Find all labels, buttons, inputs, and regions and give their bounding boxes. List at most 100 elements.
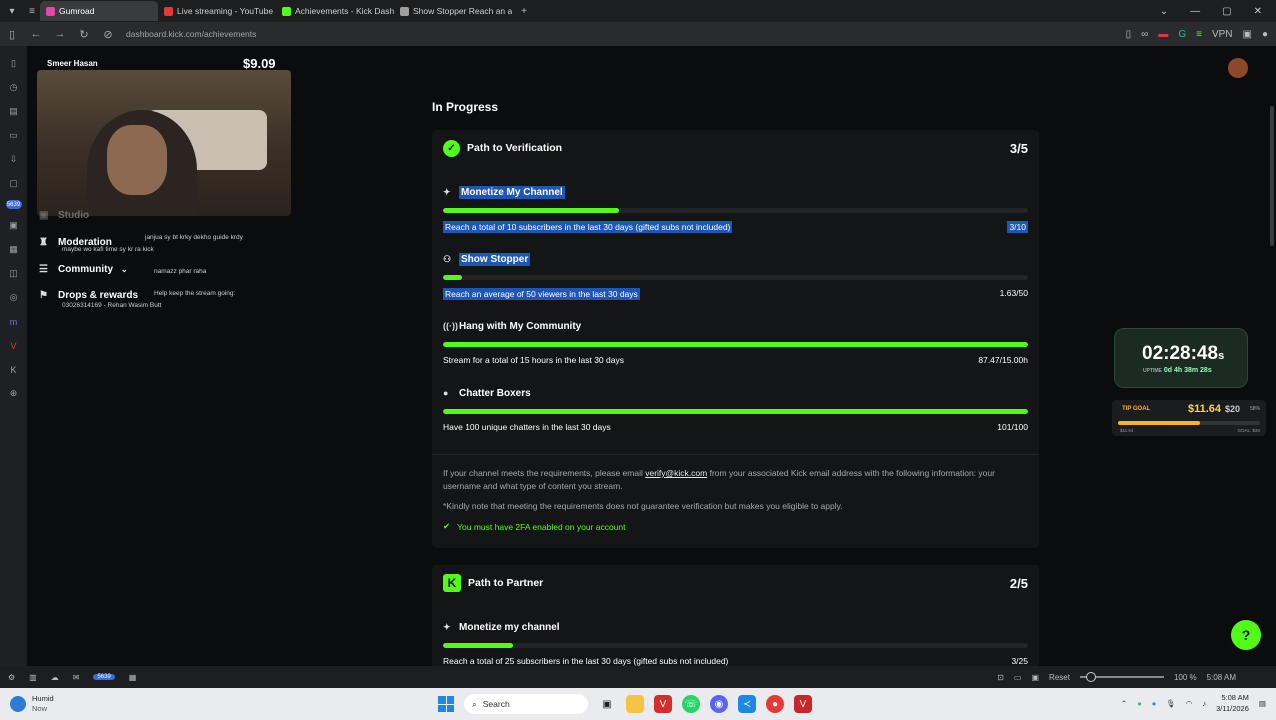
file-explorer-icon[interactable] — [626, 695, 644, 713]
sidebar-item-drops[interactable]: ⚑ Drops & rewards — [39, 290, 138, 301]
maximize-icon[interactable]: ▢ — [1222, 6, 1231, 17]
site-info-icon[interactable]: ⊘ — [96, 28, 120, 41]
vscode-icon[interactable]: ≺ — [738, 695, 756, 713]
help-button[interactable]: ? — [1231, 620, 1261, 650]
kick-dashboard-page: Smeer Hasan $9.09 ▣ Studio ♜ Moderation … — [27, 46, 1276, 666]
tab-kick-achievements[interactable]: Achievements - Kick Dashb — [276, 1, 394, 21]
windows-taskbar: Humid Now ⌕ Search ▣ V ☏ ◉ ≺ ● V ⌃ ● ● 🎙… — [0, 688, 1276, 720]
tab-gumroad[interactable]: Gumroad — [40, 1, 158, 21]
vivaldi-app-icon[interactable]: V — [794, 695, 812, 713]
calendar-icon[interactable]: ▦ — [129, 673, 137, 682]
browser-menu-icon[interactable]: ▾ — [4, 3, 20, 19]
notifications-icon[interactable]: ▤ — [1259, 699, 1266, 708]
wifi-icon[interactable]: ◠ — [1186, 699, 1193, 708]
new-tab-button[interactable]: + — [516, 3, 532, 19]
volume-icon[interactable]: ♪ — [1202, 699, 1206, 708]
sidebar-item-studio[interactable]: ▣ Studio — [39, 210, 89, 221]
card-header: ✓ Path to Verification 3/5 — [432, 130, 1039, 166]
mic-icon[interactable]: 🎙 — [1166, 699, 1176, 708]
calendar-icon[interactable]: ▦ — [8, 242, 20, 257]
mail-badge[interactable]: 5639 — [5, 200, 22, 209]
chevron-up-icon[interactable]: ⌃ — [1121, 699, 1127, 708]
vivaldi-app-icon[interactable]: V — [654, 695, 672, 713]
community-icon: ☰ — [39, 264, 48, 275]
reload-icon[interactable]: ↻ — [72, 28, 96, 41]
scrollbar[interactable] — [1270, 106, 1274, 246]
grammarly-icon[interactable]: G — [1178, 29, 1186, 40]
gift-icon: ⚑ — [39, 290, 48, 301]
weather-text: Humid Now — [32, 694, 54, 714]
achievement-desc: Have 100 unique chatters in the last 30 … — [443, 422, 611, 432]
system-tray: ⌃ ● ● 🎙 ◠ ♪ 5:08 AM 3/11/2026 ▤ — [1121, 692, 1266, 714]
capture-icon[interactable]: ⊡ — [997, 673, 1004, 682]
profile-icon[interactable]: ● — [1262, 29, 1268, 40]
achievement-value: 101/100 — [997, 422, 1028, 432]
images-icon[interactable]: ▣ — [1031, 673, 1039, 682]
tab-list-icon[interactable]: ⌄ — [1160, 6, 1168, 17]
search-icon: ⌕ — [472, 698, 477, 709]
url-field[interactable]: dashboard.kick.com/achievements — [126, 29, 1126, 39]
forward-icon[interactable]: → — [48, 28, 72, 40]
start-button-icon[interactable] — [438, 696, 454, 712]
tab-show-stopper[interactable]: Show Stopper Reach an ave — [394, 1, 512, 21]
zoom-reset-button[interactable]: Reset — [1049, 673, 1070, 682]
tray-app-icon[interactable]: ● — [1137, 699, 1142, 708]
timer-value: 02:28:48s — [1142, 343, 1224, 365]
tab-youtube[interactable]: Live streaming - YouTube S — [158, 1, 276, 21]
tasks-icon[interactable]: ▣ — [8, 218, 20, 233]
settings-icon[interactable]: ⚙ — [8, 673, 15, 682]
workspaces-icon[interactable]: ≡ — [24, 3, 40, 19]
vivaldi-icon[interactable]: V — [8, 338, 20, 353]
zoom-slider[interactable] — [1079, 672, 1164, 682]
panel-icon[interactable]: ▥ — [29, 673, 37, 682]
tab-label: Gumroad — [59, 6, 95, 16]
clock-time: 5:08 AM — [1221, 693, 1249, 702]
extension-icon[interactable]: ∞ — [1141, 29, 1148, 40]
progress-bar — [443, 409, 1028, 414]
notes-icon[interactable]: ▤ — [8, 104, 20, 119]
avatar[interactable] — [1228, 58, 1248, 78]
extension-icon[interactable]: ≡ — [1196, 29, 1202, 40]
bookmark-icon[interactable]: ▯ — [1126, 29, 1132, 40]
verify-email-link[interactable]: verify@kick.com — [645, 468, 707, 478]
extension-icon[interactable]: ▬ — [1158, 29, 1168, 40]
achievement-value: 3/10 — [1007, 221, 1028, 233]
vpn-icon[interactable]: VPN — [1212, 29, 1233, 40]
mail-count-badge[interactable]: 5639 — [93, 674, 115, 680]
mastodon-icon[interactable]: m — [8, 314, 20, 329]
google-icon — [400, 6, 409, 16]
clock[interactable]: 5:08 AM 3/11/2026 — [1216, 692, 1249, 714]
add-panel-icon[interactable]: ⊕ — [8, 386, 20, 401]
reading-icon[interactable]: ▭ — [8, 128, 20, 143]
bookmarks-icon[interactable]: ▯ — [8, 56, 20, 71]
sidebar-item-community[interactable]: ☰ Community ⌄ — [39, 264, 128, 275]
tiling-icon[interactable]: ▭ — [1014, 673, 1022, 682]
record-app-icon[interactable]: ● — [766, 695, 784, 713]
tip-percent: 58% — [1250, 406, 1261, 412]
history-icon[interactable]: ◷ — [8, 80, 20, 95]
achievement-value: 1.63/50 — [999, 288, 1028, 298]
contacts-icon[interactable]: ◎ — [8, 290, 20, 305]
window-icon[interactable]: ▢ — [8, 176, 20, 191]
feed-icon[interactable]: ◫ — [8, 266, 20, 281]
task-view-icon[interactable]: ▣ — [598, 695, 616, 713]
cloud-icon[interactable]: ☁ — [51, 673, 59, 682]
chat-message: janjua sy bt krky dekho guide krdy — [145, 234, 243, 241]
taskbar-search[interactable]: ⌕ Search — [464, 694, 588, 714]
weather-widget[interactable]: Humid Now — [0, 694, 54, 714]
achievement-desc: Reach an average of 50 viewers in the la… — [443, 288, 640, 300]
zoom-slider-knob[interactable] — [1085, 672, 1096, 682]
mail-icon[interactable]: ✉ — [73, 673, 80, 682]
puzzle-icon[interactable]: ▣ — [1243, 29, 1252, 40]
kick-rail-icon[interactable]: K — [8, 362, 20, 377]
tray-app-icon[interactable]: ● — [1152, 699, 1157, 708]
sidebar-toggle-icon[interactable]: ▯ — [0, 28, 24, 41]
downloads-icon[interactable]: ⇩ — [8, 152, 20, 167]
minimize-icon[interactable]: — — [1190, 6, 1200, 17]
weather-icon — [10, 696, 26, 712]
status-time: 5:08 AM — [1206, 672, 1236, 682]
discord-icon[interactable]: ◉ — [710, 695, 728, 713]
close-icon[interactable]: ✕ — [1254, 6, 1262, 17]
back-icon[interactable]: ← — [24, 28, 48, 40]
whatsapp-icon[interactable]: ☏ — [682, 695, 700, 713]
